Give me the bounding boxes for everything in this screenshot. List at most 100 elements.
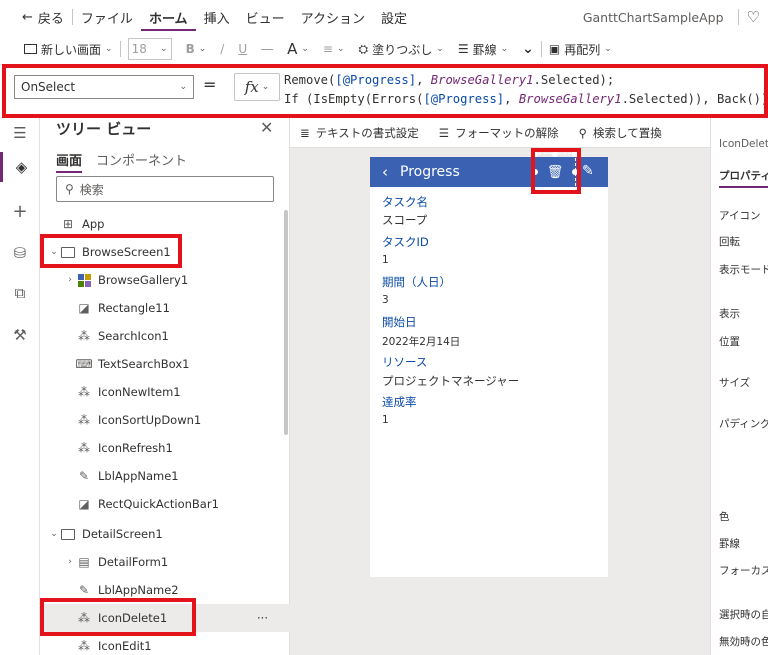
chevron-down-icon: ⌄ (105, 44, 113, 54)
menu-settings[interactable]: 設定 (373, 0, 415, 34)
text-format-button[interactable]: ≣ テキストの書式設定 (290, 125, 429, 141)
more-options-icon[interactable]: ··· (257, 611, 268, 625)
tree-item-label: IconRefresh1 (98, 441, 173, 455)
tab-screens[interactable]: 画面 (56, 150, 83, 173)
code-token: (IsEmpty(Errors( (298, 92, 424, 106)
tree-item-detailform1[interactable]: › ▤ DetailForm1 (64, 548, 310, 576)
reorder-button[interactable]: ▣ 再配列 ⌄ (542, 34, 619, 64)
reorder-label: 再配列 (564, 42, 601, 57)
tree-item-lblappname2[interactable]: ✎ LblAppName2 (76, 576, 322, 604)
tree-search-input[interactable]: ⚲ 検索 (56, 176, 274, 202)
prop-display-mode: 表示モード (719, 264, 768, 276)
chevron-left-icon[interactable]: ‹ (370, 163, 400, 181)
field-value: 2022年2月14日 (382, 336, 461, 348)
menu-insert[interactable]: 挿入 (196, 0, 238, 34)
tree-view-title: ツリー ビュー (56, 120, 152, 138)
chevron-down-icon: ⌄ (301, 44, 309, 54)
font-color-button[interactable]: A ⌄ (280, 34, 316, 64)
tree-item-iconrefresh1[interactable]: ⁂ IconRefresh1 (76, 434, 322, 462)
tree-item-label: IconNewItem1 (98, 385, 181, 399)
formula-line-2: If (IsEmpty(Errors([@Progress], BrowseGa… (284, 90, 768, 109)
tab-properties[interactable]: プロパティ (719, 168, 768, 188)
insert-plus-icon[interactable]: + (0, 196, 40, 226)
tree-scrollbar[interactable] (284, 210, 288, 435)
app-checker-icon[interactable]: ♡ (739, 0, 768, 34)
menu-action[interactable]: アクション (293, 0, 373, 34)
icon-control-icon: ⁂ (78, 329, 90, 343)
field-value: 3 (382, 294, 389, 306)
prop-icon: アイコン (719, 210, 761, 222)
tree-item-app[interactable]: ⊞ App (60, 210, 306, 238)
italic-button[interactable]: / (213, 34, 231, 64)
underline-button[interactable]: U (231, 34, 254, 64)
text-format-label: テキストの書式設定 (315, 125, 419, 140)
property-select[interactable]: OnSelect ⌄ (14, 75, 194, 99)
left-rail: ☰ ◈ + ⛁ ⧉ ⚒ (0, 118, 40, 655)
tab-components[interactable]: コンポーネント (96, 150, 187, 169)
label-edit-icon: ✎ (78, 583, 90, 597)
tree-item-detailscreen1[interactable]: ⌄ DetailScreen1 (48, 520, 294, 548)
field-value: スコープ (382, 213, 428, 227)
screen-header: ‹ Progress 🗑 ✎ (370, 151, 608, 193)
delete-icon-selected[interactable]: 🗑 (532, 151, 578, 193)
media-icon[interactable]: ⧉ (0, 278, 40, 308)
field-label: タスクID (382, 235, 429, 249)
prop-position: 位置 (719, 336, 740, 348)
field-label: 達成率 (382, 395, 417, 409)
chevron-down-icon: ⌄ (336, 44, 345, 54)
formula-editor[interactable]: Remove([@Progress], BrowseGallery1.Selec… (284, 71, 768, 109)
tree-view-icon[interactable]: ◈ (0, 152, 40, 182)
gallery-icon (76, 272, 92, 288)
back-label: 戻る (37, 11, 64, 27)
code-token: Remove( (284, 73, 336, 87)
back-button[interactable]: ← 戻る (0, 0, 72, 34)
more-chevron-button[interactable]: ⌄ (515, 34, 541, 64)
paint-bucket-icon: ⛭ (358, 41, 369, 56)
font-size-select[interactable]: 18 ⌄ (121, 34, 179, 64)
hamburger-menu-icon[interactable]: ☰ (0, 118, 40, 148)
find-replace-button[interactable]: ⚲ 検索して置換 (569, 125, 672, 141)
prop-padding: パディング (719, 418, 768, 430)
fill-button[interactable]: ⛭ 塗りつぶし ⌄ (352, 34, 451, 64)
search-icon: ⚲ (578, 125, 588, 140)
data-cylinder-icon[interactable]: ⛁ (0, 238, 40, 268)
tree-item-label: LblAppName2 (98, 583, 179, 597)
menu-view[interactable]: ビュー (238, 0, 293, 34)
label-edit-icon: ✎ (78, 469, 90, 483)
prop-rotation: 回転 (719, 236, 740, 248)
align-icon: ≡ (322, 42, 333, 56)
tree-item-rectquickactionbar1[interactable]: ◪ RectQuickActionBar1 (76, 490, 322, 518)
tree-item-icondelete1[interactable]: ⁂ IconDelete1 ··· (40, 604, 290, 632)
app-icon: ⊞ (62, 217, 74, 231)
clear-format-button[interactable]: ☰ フォーマットの解除 (429, 125, 569, 141)
new-screen-button[interactable]: 新しい画面 ⌄ (0, 34, 120, 64)
advanced-tools-icon[interactable]: ⚒ (0, 320, 40, 350)
menu-home[interactable]: ホーム (140, 5, 196, 31)
strikethrough-button[interactable]: — (254, 34, 280, 64)
menu-file[interactable]: ファイル (73, 0, 141, 34)
border-button[interactable]: ☰ 罫線 ⌄ (451, 34, 515, 64)
app-screen-preview[interactable]: ‹ Progress 🗑 ✎ タスク名 スコープ タスクID 1 期間（人日） … (370, 151, 608, 577)
tree-item-label: IconEdit1 (98, 639, 152, 653)
screen-icon (24, 44, 37, 54)
bold-button[interactable]: B ⌄ (179, 34, 214, 64)
code-token: BrowseGallery1 (430, 73, 534, 87)
chevron-right-icon: › (68, 275, 72, 285)
property-value: OnSelect (21, 80, 76, 94)
find-replace-label: 検索して置換 (593, 125, 662, 140)
align-button[interactable]: ≡ ⌄ (316, 34, 352, 64)
chevron-down-icon: ⌄ (436, 44, 444, 54)
tree-item-iconedit1[interactable]: ⁂ IconEdit1 (76, 632, 322, 655)
tree-item-lblappname1[interactable]: ✎ LblAppName1 (76, 462, 322, 490)
trash-icon: 🗑 (546, 164, 564, 180)
tree-item-label: Rectangle11 (98, 301, 170, 315)
fx-button[interactable]: fx ⌄ (234, 73, 280, 101)
pencil-edit-icon[interactable]: ✎ (582, 163, 594, 179)
new-screen-label: 新しい画面 (41, 42, 102, 57)
code-token: Back (716, 92, 747, 106)
strike-label: — (261, 42, 274, 56)
tree-item-browsegallery1[interactable]: › BrowseGallery1 (64, 266, 310, 294)
close-icon[interactable]: ✕ (260, 118, 273, 137)
tree-item-browsescreen1[interactable]: ⌄ BrowseScreen1 (48, 238, 294, 266)
tree-item-label: DetailForm1 (98, 555, 169, 569)
